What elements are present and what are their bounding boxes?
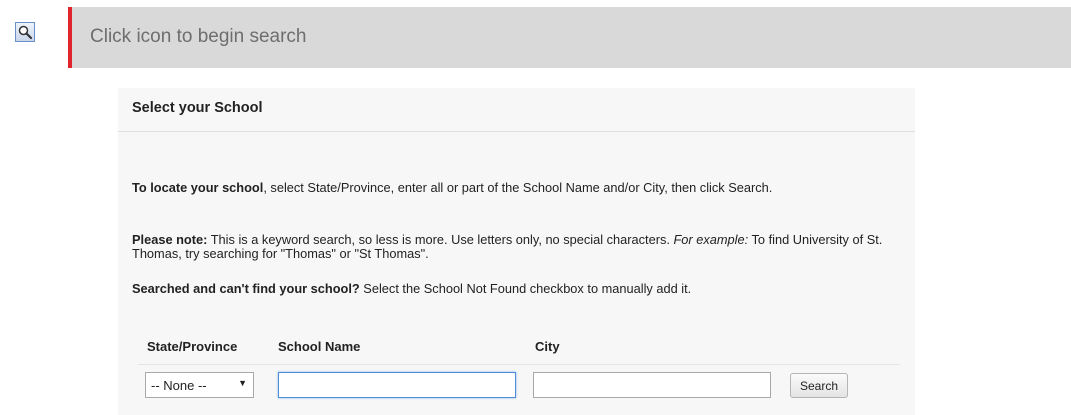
city-header: City [535, 339, 560, 354]
state-province-select[interactable]: -- None -- ▼ [145, 372, 254, 398]
note-lead: Please note: [132, 232, 208, 247]
form-header-row: State/Province School Name City [138, 335, 900, 365]
search-launch-button[interactable] [15, 22, 35, 42]
state-selected-value: -- None -- [151, 378, 207, 393]
select-school-panel: Select your School To locate your school… [118, 88, 915, 415]
panel-header: Select your School [118, 88, 915, 132]
city-input[interactable] [533, 372, 771, 398]
state-province-header: State/Province [147, 339, 238, 354]
note-text: This is a keyword search, so less is mor… [207, 232, 674, 247]
note-example-label: For example: [673, 232, 749, 247]
magnifier-icon [18, 25, 33, 40]
school-name-header: School Name [278, 339, 361, 354]
not-found-paragraph: Searched and can't find your school? Sel… [132, 282, 907, 296]
instructions-lead: To locate your school [132, 180, 264, 195]
instructions-paragraph: To locate your school, select State/Prov… [132, 181, 907, 195]
instructions-text: , select State/Province, enter all or pa… [263, 180, 773, 195]
search-bar: Click icon to begin search [68, 7, 1071, 68]
panel-title: Select your School [132, 100, 263, 116]
not-found-text: Select the School Not Found checkbox to … [359, 281, 692, 296]
search-prompt: Click icon to begin search [90, 26, 307, 47]
search-button[interactable]: Search [790, 373, 848, 398]
school-name-input[interactable] [278, 372, 516, 398]
note-paragraph: Please note: This is a keyword search, s… [132, 233, 907, 261]
dropdown-arrow-icon: ▼ [238, 378, 247, 388]
not-found-lead: Searched and can't find your school? [132, 281, 360, 296]
